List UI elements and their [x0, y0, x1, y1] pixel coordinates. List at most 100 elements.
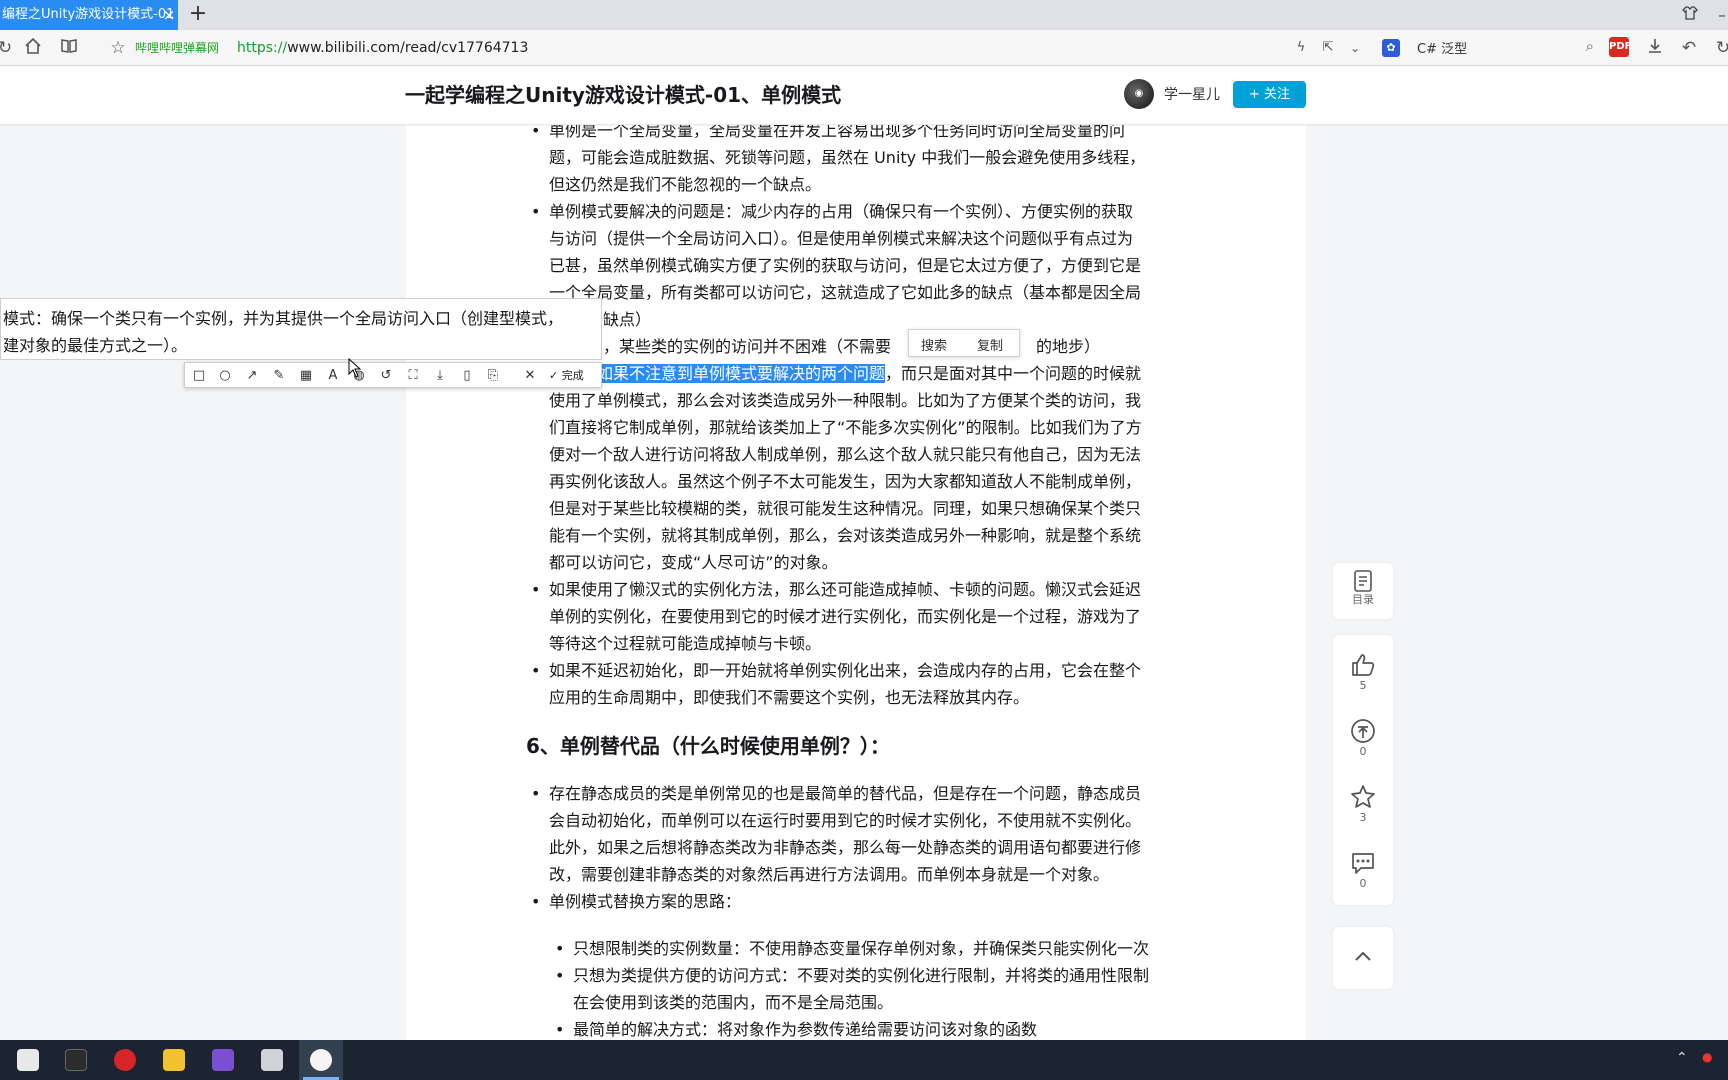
new-tab-button[interactable]: +: [188, 0, 208, 30]
folder-icon: [163, 1049, 185, 1071]
back-to-top-button[interactable]: [1333, 946, 1393, 968]
download-icon[interactable]: [1644, 37, 1666, 59]
taskbar-app-unity[interactable]: [6, 1040, 50, 1080]
text-line: ，而只是面对其中一个问题的时候就: [885, 364, 1142, 383]
pen-tool-icon[interactable]: ✎: [269, 366, 289, 386]
text-tool-icon[interactable]: A: [323, 366, 343, 386]
taskbar-app-terminal[interactable]: [54, 1040, 98, 1080]
text-line: 已甚，虽然单例模式确实方便了实例的获取与访问，但是它太过方便了，方便到它是: [549, 256, 1142, 275]
close-icon[interactable]: ✕: [520, 366, 540, 386]
list-item: 单例是一个全局变量，全局变量在并发上容易出现多个任务同时访问全局变量的问 题，可…: [531, 117, 1146, 198]
avatar[interactable]: ◉: [1124, 79, 1154, 109]
text-line: 存在静态成员的类是单例常见的也是最简单的替代品，但是存在一个问题，静态成员: [549, 784, 1142, 803]
comment-icon: [1352, 853, 1374, 874]
taskbar-app-explorer[interactable]: [152, 1040, 196, 1080]
save-tool-icon[interactable]: ⤓: [430, 366, 450, 386]
done-label: 完成: [561, 369, 584, 382]
search-box[interactable]: ✿ C# 泛型 ⌕: [1382, 36, 1594, 60]
shirt-skin-icon[interactable]: [1680, 5, 1700, 25]
like-button[interactable]: 5: [1333, 651, 1393, 693]
text-line: 缺点）: [603, 310, 652, 329]
lightning-icon[interactable]: ϟ: [1290, 37, 1312, 59]
text-line: 的地步）: [1036, 337, 1101, 356]
follow-button[interactable]: + 关注: [1233, 81, 1306, 108]
phone-tool-icon[interactable]: ▯: [457, 366, 477, 386]
tab-title: 编程之Unity游戏设计模式-01: [2, 7, 175, 22]
toc-label: 目录: [1352, 593, 1374, 606]
list-item: 如果使用了懒汉式的实例化方法，那么还可能造成掉帧、卡顿的问题。懒汉式会延迟 单例…: [531, 576, 1142, 657]
text-line: 如果不延迟初始化，即一开始就将单例实例化出来，会造成内存的占用，它会在整个: [549, 661, 1142, 680]
overlay-line: 建对象的最佳方式之一）。: [3, 336, 188, 355]
comment-button[interactable]: 0: [1333, 849, 1393, 891]
bookmark-tool-icon[interactable]: ⎘: [483, 366, 503, 386]
section-heading: 6、单例替代品（什么时候使用单例？）：: [526, 734, 890, 758]
taskbar-app-visual-studio[interactable]: [201, 1040, 245, 1080]
browser-tab-active[interactable]: 编程之Unity游戏设计模式-01 ×: [0, 0, 178, 30]
url-field[interactable]: https://www.bilibili.com/read/cv17764713: [237, 38, 528, 58]
copy-selection-button[interactable]: 复制: [977, 335, 1003, 354]
toc-card: 目录: [1333, 563, 1393, 619]
pdf-icon[interactable]: PDF: [1609, 37, 1631, 57]
url-protocol: https://: [237, 40, 288, 56]
home-icon[interactable]: [22, 37, 44, 59]
chevron-down-icon[interactable]: ⌄: [1344, 37, 1366, 59]
search-icon[interactable]: ⌕: [1586, 37, 1594, 55]
restore-icon[interactable]: ↻: [1712, 37, 1728, 59]
reader-icon[interactable]: [58, 37, 80, 59]
text-line: 便对一个敌人进行访问将敌人制成单例，那么这个敌人就只能只有他自己，因为无法: [549, 445, 1142, 464]
chevron-up-icon: [1355, 951, 1371, 961]
site-name: 哔哩哔哩弹幕网: [135, 41, 220, 55]
share-icon[interactable]: ⇱: [1317, 37, 1339, 59]
text-line: 与访问（提供一个全局访问入口）。但是使用单例模式来解决这个问题似乎有点过为: [549, 229, 1134, 248]
taskbar-app-qq[interactable]: [299, 1040, 343, 1080]
search-selection-button[interactable]: 搜索: [921, 335, 947, 354]
url-path: www.bilibili.com/read/cv17764713: [287, 40, 529, 56]
text-line: 题，可能会造成脏数据、死锁等问题，虽然在 Unity 中我们一般会避免使用多线程…: [549, 148, 1146, 167]
text-line: 单例模式替换方案的思路：: [549, 892, 742, 911]
coin-icon: [1351, 719, 1375, 743]
tv-icon: [261, 1049, 283, 1071]
toc-icon: [1354, 570, 1372, 592]
back-to-top-card: [1333, 927, 1393, 989]
text-line: 只想为类提供方便的访问方式：不要对类的实例化进行限制，并将类的通用性限制: [573, 966, 1150, 985]
coin-button[interactable]: 0: [1333, 717, 1393, 759]
text-line: 单例模式要解决的问题是：减少内存的占用（确保只有一个实例）、方便实例的获取: [549, 202, 1134, 221]
selection-menu: 搜索 复制: [908, 329, 1020, 357]
thumbs-up-icon: [1352, 654, 1375, 676]
text-line: 单例的实例化，在要使用到它的时候才进行实例化，而实例化是一个过程，游戏为了: [549, 607, 1142, 626]
tray-chevron-up-icon[interactable]: ⌃: [1676, 1050, 1688, 1066]
tray-notification-icon[interactable]: ●: [1702, 1050, 1712, 1064]
terminal-icon: [65, 1049, 87, 1071]
text-line: 但是对于某些比较模糊的类，就很可能发生这种情况。同理，如果只想确保某个类只: [549, 499, 1142, 518]
paw-icon[interactable]: ✿: [1382, 39, 1400, 57]
undo-tool-icon[interactable]: ↺: [376, 366, 396, 386]
text-line: 只想限制类的实例数量：不使用静态变量保存单例对象，并确保类只能实例化一次: [573, 939, 1150, 958]
favorite-button[interactable]: 3: [1333, 783, 1393, 825]
pin-tool-icon[interactable]: ⛶: [403, 366, 423, 386]
visual-studio-icon: [212, 1049, 234, 1071]
tab-strip: 编程之Unity游戏设计模式-01 × + –: [0, 0, 1728, 30]
refresh-icon[interactable]: ↻: [0, 37, 16, 59]
taskbar-app-bilibili[interactable]: [250, 1040, 294, 1080]
text-line: 等待这个过程就可能造成掉帧与卡顿。: [549, 634, 822, 653]
rectangle-tool-icon[interactable]: □: [189, 366, 209, 386]
text-line: 应用的生命周期中，即使我们不需要这个实例，也无法释放其内存。: [549, 688, 1030, 707]
search-input[interactable]: C# 泛型: [1417, 38, 1467, 57]
minimize-icon[interactable]: –: [1712, 5, 1728, 25]
arrow-tool-icon[interactable]: ↗: [242, 366, 262, 386]
mosaic-tool-icon[interactable]: ▦: [296, 366, 316, 386]
overlay-line: 模式：确保一个类只有一个实例，并为其提供一个全局访问入口（创建型模式，: [3, 309, 564, 328]
undo-icon[interactable]: ↶: [1678, 37, 1700, 59]
taskbar: ⌃ ●: [0, 1040, 1728, 1080]
taskbar-app-netease[interactable]: [103, 1040, 147, 1080]
author-name[interactable]: 学一星儿: [1164, 84, 1220, 104]
screenshot-capture-region[interactable]: 模式：确保一个类只有一个实例，并为其提供一个全局访问入口（创建型模式， 建对象的…: [0, 298, 602, 360]
list-item: 单例模式替换方案的思路：: [531, 888, 742, 915]
star-icon: [1351, 785, 1375, 808]
tab-close-icon[interactable]: ×: [160, 0, 178, 30]
done-button[interactable]: ✓ 完成: [549, 366, 601, 386]
star-bookmark-icon[interactable]: ☆: [107, 37, 129, 59]
ellipse-tool-icon[interactable]: ○: [215, 366, 235, 386]
text-line: 但这仍然是我们不能忽视的一个缺点。: [549, 175, 822, 194]
toc-button[interactable]: 目录: [1333, 569, 1393, 607]
